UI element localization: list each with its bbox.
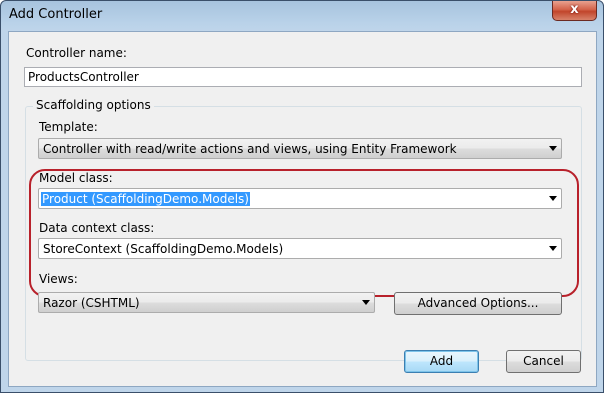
views-dropdown[interactable]: Razor (CSHTML) [38,292,375,313]
cancel-button[interactable]: Cancel [506,350,581,373]
data-context-label: Data context class: [39,221,155,235]
add-button[interactable]: Add [404,350,479,373]
template-value: Controller with read/write actions and v… [43,142,457,156]
chevron-down-icon [549,196,557,201]
controller-name-label: Controller name: [26,46,127,60]
controller-name-input[interactable]: ProductsController [24,67,582,87]
chevron-down-icon [549,246,557,251]
template-dropdown[interactable]: Controller with read/write actions and v… [38,138,562,159]
chevron-down-icon [549,146,557,151]
model-class-combobox[interactable]: Product (ScaffoldingDemo.Models) [38,188,562,209]
views-value: Razor (CSHTML) [43,296,140,310]
close-button[interactable]: x [552,1,597,21]
scaffolding-options-title: Scaffolding options [33,98,154,112]
model-class-label: Model class: [39,171,113,185]
dialog-title: Add Controller [9,7,103,22]
close-icon: x [570,2,579,17]
chevron-down-icon [362,300,370,305]
model-class-value: Product (ScaffoldingDemo.Models) [41,192,250,206]
template-label: Template: [39,120,98,134]
advanced-options-button[interactable]: Advanced Options... [394,292,562,315]
data-context-value: StoreContext (ScaffoldingDemo.Models) [43,242,284,256]
data-context-combobox[interactable]: StoreContext (ScaffoldingDemo.Models) [38,238,562,259]
add-controller-dialog: Add Controller x Controller name: Produc… [0,0,604,393]
title-bar[interactable]: Add Controller x [1,1,603,31]
dialog-body: Controller name: ProductsController Scaf… [8,31,597,387]
views-label: Views: [39,272,78,286]
